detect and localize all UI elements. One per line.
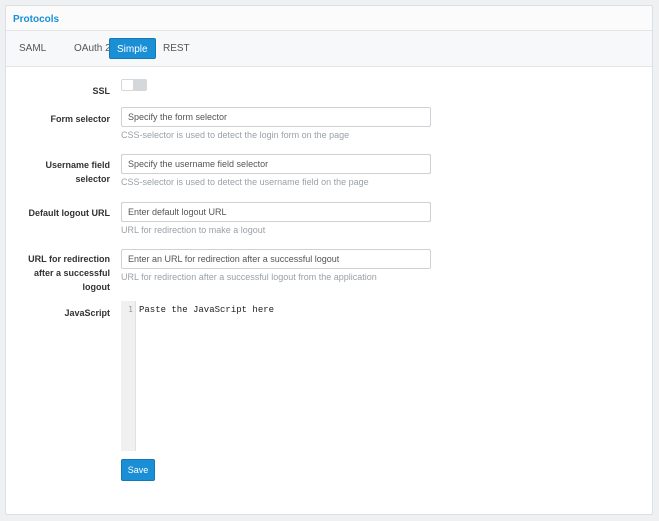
form-selector-label: Form selector [50, 114, 110, 124]
protocol-tabs: SAML OAuth 2.0 Simple REST [6, 31, 652, 67]
protocols-panel: Protocols SAML OAuth 2.0 Simple REST SSL… [5, 5, 653, 515]
redirect-url-input[interactable] [121, 249, 431, 269]
editor-placeholder: Paste the JavaScript here [139, 305, 275, 315]
username-selector-label-line2: selector [75, 174, 110, 184]
tab-saml[interactable]: SAML [12, 38, 53, 59]
ssl-label: SSL [92, 86, 110, 96]
save-button[interactable]: Save [121, 459, 155, 481]
redirect-url-label-line1: URL for redirection [28, 254, 110, 264]
redirect-url-label: URL for redirection after a successful l… [6, 252, 110, 294]
logout-url-help: URL for redirection to make a logout [121, 225, 266, 235]
username-selector-label: Username field selector [6, 158, 110, 186]
javascript-editor[interactable]: 1 Paste the JavaScript here [121, 301, 431, 451]
tab-simple[interactable]: Simple [109, 38, 156, 59]
username-selector-label-line1: Username field [45, 160, 110, 170]
username-selector-help: CSS-selector is used to detect the usern… [121, 177, 369, 187]
tab-rest[interactable]: REST [156, 38, 197, 59]
editor-gutter: 1 [121, 301, 136, 451]
logout-url-label: Default logout URL [28, 208, 111, 218]
redirect-url-label-line3: logout [82, 282, 111, 292]
redirect-url-label-line2: after a successful [33, 268, 110, 278]
form-selector-help: CSS-selector is used to detect the login… [121, 130, 350, 140]
form-selector-input[interactable] [121, 107, 431, 127]
toggle-knob [122, 80, 133, 90]
username-selector-input[interactable] [121, 154, 431, 174]
ssl-toggle[interactable] [121, 79, 147, 91]
logout-url-input[interactable] [121, 202, 431, 222]
line-number: 1 [128, 305, 133, 314]
panel-title: Protocols [13, 14, 60, 25]
redirect-url-help: URL for redirection after a successful l… [121, 272, 377, 282]
panel-header: Protocols [6, 6, 652, 31]
javascript-label: JavaScript [64, 308, 110, 318]
